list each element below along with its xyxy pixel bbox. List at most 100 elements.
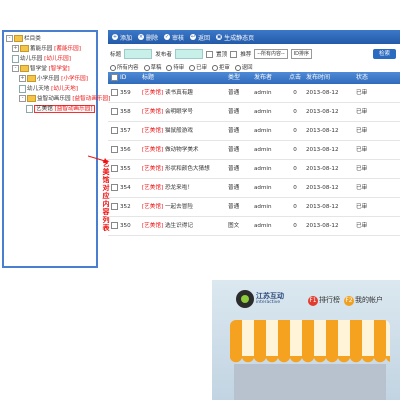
top-checkbox[interactable] xyxy=(206,50,213,58)
table-row[interactable]: 359 [艺美馆] 读书真有趣 普通 admin 0 2013-08-12 已审 xyxy=(108,84,400,103)
collapse-icon[interactable]: - xyxy=(19,95,26,102)
toolbar-button[interactable]: ↩ 返回 xyxy=(190,33,210,42)
table-row[interactable]: 358 [艺美馆] 会明眼学号 普通 admin 0 2013-08-12 已审 xyxy=(108,103,400,122)
top-label: 置顶 xyxy=(216,52,228,58)
header-id[interactable]: ID xyxy=(120,72,142,84)
table-row[interactable]: 355 [艺美馆] 形状和颜色大猜想 普通 admin 0 2013-08-12 已审 xyxy=(108,160,400,179)
row-date: 2013-08-12 xyxy=(306,90,339,96)
row-type: 图文 xyxy=(228,223,240,229)
tree-root[interactable]: - 栏目类 xyxy=(6,34,94,44)
radio-icon[interactable] xyxy=(234,64,241,71)
tree-item-tag: [小学乐园] xyxy=(61,76,88,82)
status-filters: 所有内容 草稿 待审 已审 拒审 退回 xyxy=(108,62,400,72)
row-id: 352 xyxy=(120,204,131,210)
header-author[interactable]: 发布者 xyxy=(254,72,284,84)
status-filter-option[interactable]: 待审 xyxy=(166,63,184,71)
table-row[interactable]: 356 [艺美馆] 做动物学美术 普通 admin 0 2013-08-12 已审 xyxy=(108,141,400,160)
status-filter-label: 草稿 xyxy=(150,65,162,71)
header-date[interactable]: 发布时间 xyxy=(306,72,356,84)
recommend-label: 推荐 xyxy=(240,52,252,58)
radio-icon[interactable] xyxy=(143,64,150,71)
row-title[interactable]: [艺美馆] 形状和颜色大猜想 xyxy=(142,160,228,178)
row-author: admin xyxy=(254,204,272,210)
row-checkbox[interactable] xyxy=(110,89,118,96)
table-row[interactable]: 357 [艺美馆] 猫鼠般游戏 普通 admin 0 2013-08-12 已审 xyxy=(108,122,400,141)
header-status[interactable]: 状态 xyxy=(356,72,386,84)
row-title[interactable]: [艺美馆] 会明眼学号 xyxy=(142,103,228,121)
tree-item-tag: [益智动画乐园] xyxy=(54,106,93,112)
expand-icon[interactable]: + xyxy=(12,45,19,52)
row-checkbox[interactable] xyxy=(110,184,118,191)
status-filter-option[interactable]: 退回 xyxy=(234,63,253,71)
tree-item-label: 智学堂 xyxy=(30,66,47,72)
row-checkbox[interactable] xyxy=(110,146,118,153)
row-title-text: 猫鼠般游戏 xyxy=(164,128,193,134)
row-title[interactable]: [艺美馆] 选生识得记 xyxy=(142,217,228,235)
type-select[interactable]: --所有内容-- xyxy=(254,49,288,59)
toolbar-button[interactable]: + 添加 xyxy=(112,33,132,42)
tree-item[interactable]: - 益智动画乐园 [益智动画乐园] xyxy=(6,94,110,104)
radio-icon[interactable] xyxy=(211,64,218,71)
banner-nav-label: 排行榜 xyxy=(319,296,340,304)
collapse-icon[interactable]: - xyxy=(6,35,13,42)
tree-item[interactable]: + 蓄能乐园 [蓄能乐园] xyxy=(6,44,94,54)
row-title[interactable]: [艺美馆] 读书真有趣 xyxy=(142,84,228,102)
select-all-checkbox[interactable] xyxy=(110,74,118,81)
row-checkbox[interactable] xyxy=(110,108,118,115)
row-checkbox[interactable] xyxy=(110,203,118,210)
status-filter-option[interactable]: 所有内容 xyxy=(110,63,139,71)
tree-item-label: 蓄能乐园 xyxy=(30,46,53,52)
tree-item-label: 幼儿天地 xyxy=(27,86,50,92)
site-banner: 江苏互动 interactive F1 排行榜 F2 我的帐户 xyxy=(212,280,400,400)
banner-nav-item[interactable]: F1 排行榜 xyxy=(308,296,340,306)
tree-item[interactable]: 艺美馆 [益智动画乐园] xyxy=(6,104,95,114)
row-title[interactable]: [艺美馆] 猫鼠般游戏 xyxy=(142,122,228,140)
selected-tree-item[interactable]: 艺美馆 [益智动画乐园] xyxy=(34,105,95,113)
header-title[interactable]: 标题 xyxy=(142,72,228,84)
row-date: 2013-08-12 xyxy=(306,147,339,153)
status-filter-option[interactable]: 已审 xyxy=(189,63,207,71)
row-title[interactable]: [艺美馆] 一起去冒险 xyxy=(142,198,228,216)
row-title[interactable]: [艺美馆] 恐龙来啦！ xyxy=(142,179,228,197)
radio-icon[interactable] xyxy=(110,64,116,71)
expand-icon[interactable]: + xyxy=(19,75,26,82)
toolbar-button[interactable]: ✓ 审核 xyxy=(164,33,184,42)
row-status: 已审 xyxy=(356,109,368,115)
row-date: 2013-08-12 xyxy=(306,128,339,134)
row-title-text: 一起去冒险 xyxy=(164,204,193,210)
row-checkbox[interactable] xyxy=(110,222,118,229)
radio-icon[interactable] xyxy=(189,64,196,71)
table-row[interactable]: 352 [艺美馆] 一起去冒险 普通 admin 0 2013-08-12 已审 xyxy=(108,198,400,217)
header-type[interactable]: 类型 xyxy=(228,72,254,84)
toolbar-button[interactable]: × 删除 xyxy=(138,33,158,42)
status-filter-option[interactable]: 草稿 xyxy=(143,63,162,71)
row-author: admin xyxy=(254,223,272,229)
tree-item[interactable]: 幼儿天地 [幼儿天地] xyxy=(6,84,94,94)
collapse-icon[interactable]: - xyxy=(12,65,19,72)
row-author: admin xyxy=(254,109,272,115)
row-id: 355 xyxy=(120,166,131,172)
tree-item[interactable]: + 小学乐园 [小学乐园] xyxy=(6,74,94,84)
document-icon xyxy=(19,84,26,93)
banner-nav-label: 我的帐户 xyxy=(355,296,383,304)
row-checkbox[interactable] xyxy=(110,165,118,172)
generate-icon: ▣ xyxy=(216,34,223,40)
table-row[interactable]: 350 [艺美馆] 选生识得记 图文 admin 0 2013-08-12 已审 xyxy=(108,217,400,236)
toolbar-button[interactable]: ▣ 生成静态页 xyxy=(216,33,254,42)
row-checkbox[interactable] xyxy=(110,127,118,134)
banner-nav-item[interactable]: F2 我的帐户 xyxy=(344,296,383,306)
radio-icon[interactable] xyxy=(166,64,173,71)
table-row[interactable]: 354 [艺美馆] 恐龙来啦！ 普通 admin 0 2013-08-12 已审 xyxy=(108,179,400,198)
folder-icon xyxy=(27,95,36,102)
publisher-input[interactable] xyxy=(175,49,203,59)
title-input[interactable] xyxy=(124,49,153,59)
recommend-checkbox[interactable] xyxy=(230,50,238,58)
row-status: 已审 xyxy=(356,147,368,153)
order-select[interactable]: ID排序 xyxy=(290,49,312,59)
row-title[interactable]: [艺美馆] 做动物学美术 xyxy=(142,141,228,159)
tree-item[interactable]: - 智学堂 [智学堂] xyxy=(6,64,94,74)
header-clicks[interactable]: 点击 xyxy=(284,72,306,84)
status-filter-option[interactable]: 拒审 xyxy=(211,63,230,71)
tree-item[interactable]: 幼儿乐园 [幼儿乐园] xyxy=(6,54,94,64)
search-button[interactable]: 检索 xyxy=(372,49,396,59)
